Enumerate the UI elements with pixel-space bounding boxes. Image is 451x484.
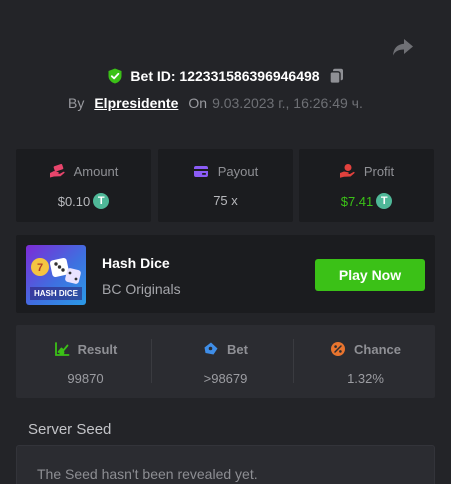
amount-value: $0.10 xyxy=(57,193,91,209)
ticket-icon xyxy=(204,342,218,355)
username-link[interactable]: Elpresidente xyxy=(94,95,178,111)
copy-icon[interactable] xyxy=(328,68,344,84)
play-now-button[interactable]: Play Now xyxy=(315,259,425,291)
share-icon[interactable] xyxy=(392,37,414,57)
server-seed-text: The Seed hasn't been revealed yet. xyxy=(37,466,258,482)
payout-card: Payout 75 x xyxy=(158,149,293,222)
payout-value: 75 x xyxy=(213,193,238,208)
usdt-coin-icon: T xyxy=(93,193,110,209)
shield-check-icon xyxy=(108,68,122,84)
bet-id-text: Bet ID: 122331586396946498 xyxy=(130,68,320,84)
server-seed-box: The Seed hasn't been revealed yet. xyxy=(16,445,435,484)
bet-column: Bet >98679 xyxy=(156,325,295,398)
author-row: By Elpresidente On 9.03.2023 г., 16:26:49 ч… xyxy=(68,95,363,111)
game-provider: BC Originals xyxy=(102,281,181,297)
result-column: Result 99870 xyxy=(16,325,155,398)
by-label: By xyxy=(68,95,85,111)
usdt-coin-icon: T xyxy=(376,193,393,209)
server-seed-title: Server Seed xyxy=(28,421,112,438)
percent-icon xyxy=(331,342,346,356)
thumb-title: HASH DICE xyxy=(33,289,78,298)
bet-id-row: Bet ID: 122331586396946498 xyxy=(0,68,451,84)
chance-value: 1.32% xyxy=(347,371,384,386)
profit-hand-icon xyxy=(339,164,355,178)
money-hand-icon xyxy=(49,164,65,178)
bet-date: 9.03.2023 г., 16:26:49 ч. xyxy=(212,95,363,111)
bet-label: Bet xyxy=(227,341,248,357)
profit-label: Profit xyxy=(363,163,395,179)
chart-check-icon xyxy=(54,342,70,356)
svg-text:7: 7 xyxy=(37,262,43,274)
result-label: Result xyxy=(77,341,118,357)
divider xyxy=(151,339,152,383)
game-card: 7 HASH DICE Hash Dice BC Originals Play … xyxy=(16,235,435,313)
divider xyxy=(293,339,294,383)
payout-label: Payout xyxy=(217,163,259,179)
on-label: On xyxy=(188,95,208,111)
chance-column: Chance 1.32% xyxy=(296,325,435,398)
profit-value: $7.41 xyxy=(340,193,374,209)
wallet-icon xyxy=(193,166,208,177)
profit-card: Profit $7.41 T xyxy=(299,149,434,222)
result-card: Result 99870 Bet >98679 Chance 1.32% xyxy=(16,325,435,398)
chance-label: Chance xyxy=(354,341,401,357)
result-value: 99870 xyxy=(67,371,104,386)
hash-dice-thumbnail[interactable]: 7 HASH DICE xyxy=(26,245,86,305)
game-name[interactable]: Hash Dice xyxy=(102,255,170,271)
amount-card: Amount $0.10 T xyxy=(16,149,151,222)
amount-label: Amount xyxy=(73,163,119,179)
bet-value: >98679 xyxy=(203,371,248,386)
